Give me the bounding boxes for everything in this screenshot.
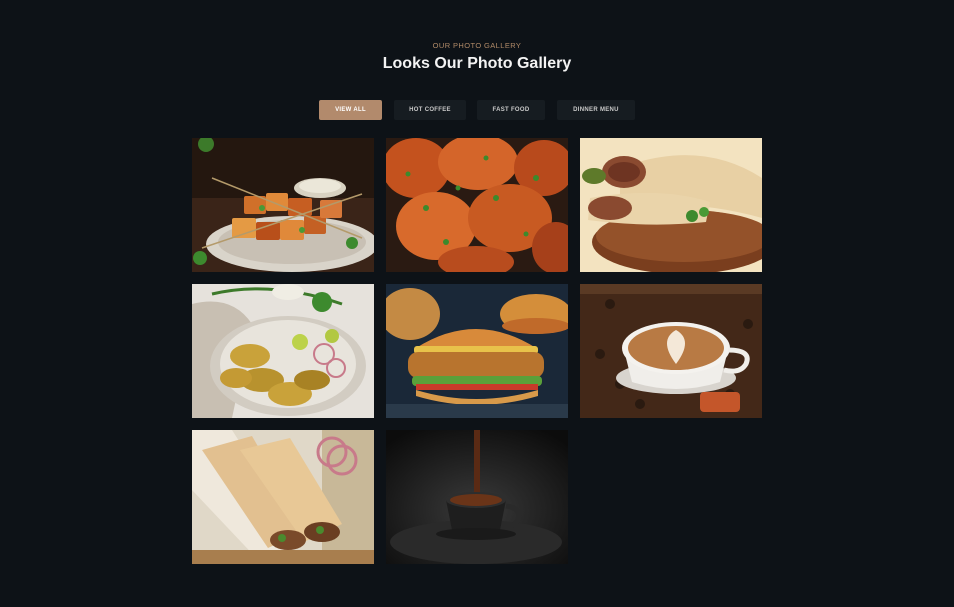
section-title: Looks Our Photo Gallery [382, 55, 572, 72]
gallery-image-tandoori-chicken[interactable] [192, 284, 374, 418]
meat-wrap-image [580, 138, 762, 272]
kathi-rolls-image [192, 430, 374, 564]
chicken-burger-image [386, 284, 568, 418]
latte-art-image [580, 284, 762, 418]
filter-fast-food-button[interactable]: FAST FOOD [477, 100, 545, 120]
gallery-image-coffee-pour[interactable] [386, 430, 568, 564]
section-eyebrow: OUR PHOTO GALLERY [432, 41, 522, 50]
gallery-image-kathi-rolls[interactable] [192, 430, 374, 564]
gallery-image-latte-art[interactable] [580, 284, 762, 418]
gallery-image-paneer-tikka[interactable] [192, 138, 374, 272]
filter-hot-coffee-button[interactable]: HOT COFFEE [394, 100, 466, 120]
gallery-image-chicken-burger[interactable] [386, 284, 568, 418]
paneer-tikka-image [192, 138, 374, 272]
coffee-pour-image [386, 430, 568, 564]
gallery-page: OUR PHOTO GALLERY Looks Our Photo Galler… [0, 0, 954, 607]
tandoori-chicken-image [192, 284, 374, 418]
filter-dinner-menu-button[interactable]: DINNER MENU [557, 100, 635, 120]
grilled-chicken-image [386, 138, 568, 272]
filter-view-all-button[interactable]: VIEW ALL [319, 100, 382, 120]
gallery-image-meat-wrap[interactable] [580, 138, 762, 272]
gallery-image-grilled-chicken[interactable] [386, 138, 568, 272]
